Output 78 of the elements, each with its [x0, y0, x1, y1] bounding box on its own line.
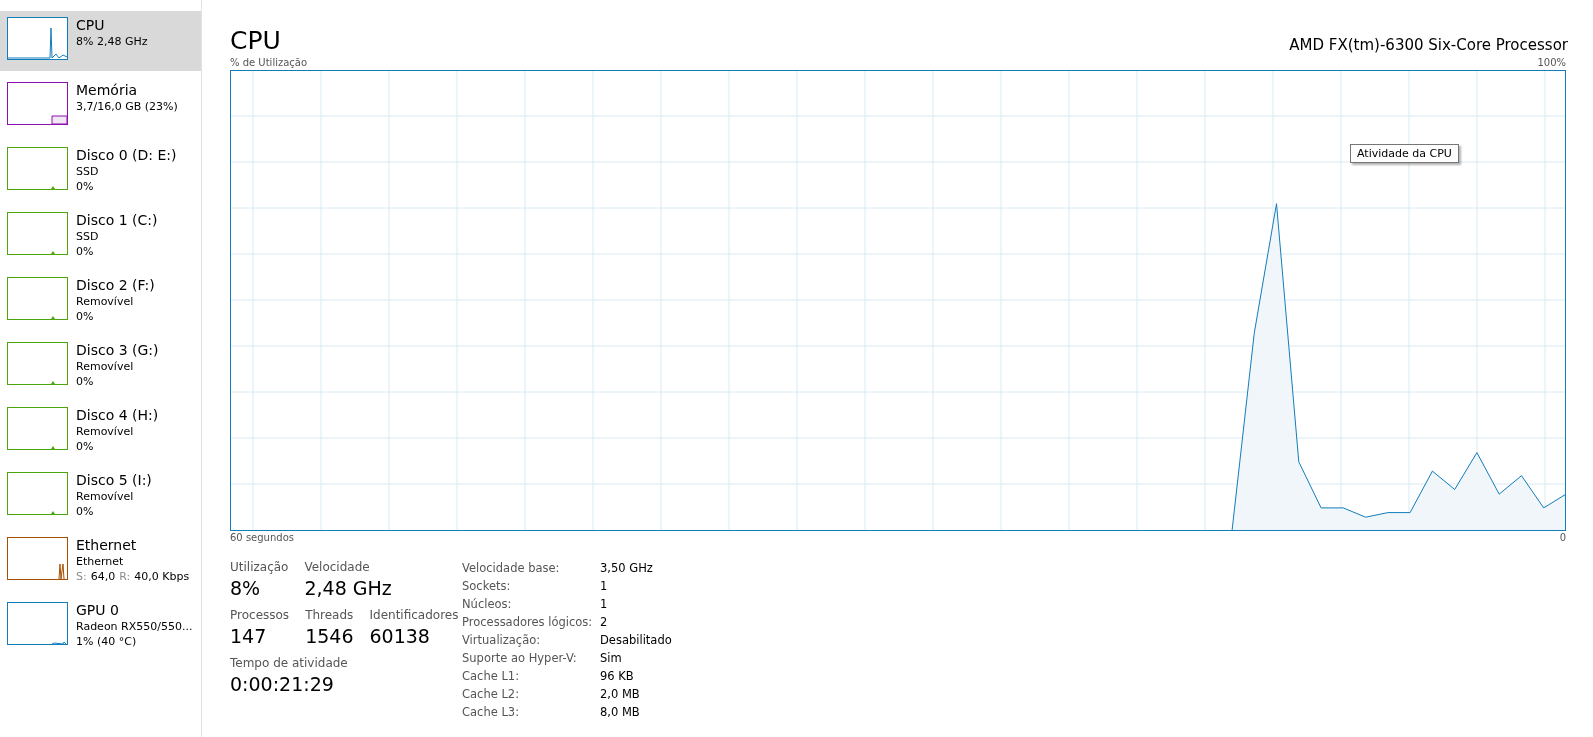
item-title: CPU [76, 17, 106, 34]
detail-label: Suporte ao Hyper-V: [462, 650, 578, 667]
page-title: CPU [230, 26, 281, 56]
sidebar-item[interactable]: Ethernet Ethernet S: 64,0 R: 40,0 Kbps [0, 531, 201, 591]
detail-label: Processadores lógicos: [462, 614, 594, 631]
detail-value: 1 [600, 578, 609, 595]
item-detail: 0% [76, 439, 95, 454]
item-detail: Removível [76, 359, 135, 374]
processor-name: AMD FX(tm)-6300 Six-Core Processor [1289, 35, 1568, 56]
detail-value: Sim [600, 650, 623, 667]
detail-value: 1 [600, 596, 609, 613]
stat-value: 1546 [305, 624, 354, 649]
item-title: Disco 1 (C:) [76, 212, 158, 229]
sidebar-item[interactable]: Disco 1 (C:) SSD 0% [0, 206, 201, 266]
tooltip: Atividade da CPU [1350, 144, 1459, 163]
stat-value: 8% [230, 576, 262, 601]
y-axis-label: % de Utilização [230, 56, 308, 70]
sidebar-item[interactable]: GPU 0 Radeon RX550/550... 1% (40 °C) [0, 596, 201, 656]
item-title: Disco 3 (G:) [76, 342, 159, 359]
stat-label: Velocidade [304, 559, 371, 575]
stat-label: Tempo de atividade [230, 655, 348, 671]
throughput-value: 64,0 [90, 569, 116, 584]
detail-value: 2,0 MB [600, 686, 641, 703]
detail-value: 2 [600, 614, 609, 631]
stat-value: 60138 [369, 624, 431, 649]
item-detail: 1% (40 °C) [76, 634, 138, 649]
sidebar-item[interactable]: Disco 3 (G:) Removível 0% [0, 336, 201, 396]
detail-value: 8,0 MB [600, 704, 641, 721]
throughput-label: R: [119, 569, 131, 584]
throughput-label: S: [76, 569, 87, 584]
stat-label: Utilização [230, 559, 289, 575]
sidebar-item[interactable]: Disco 5 (I:) Removível 0% [0, 466, 201, 526]
detail-label: Cache L1: [462, 668, 521, 685]
detail-label: Sockets: [462, 578, 512, 595]
sidebar-item[interactable]: Memória 3,7/16,0 GB (23%) [0, 76, 201, 136]
item-title: Disco 4 (H:) [76, 407, 159, 424]
item-title: Disco 0 (D: E:) [76, 147, 177, 164]
detail-value: 96 KB [600, 668, 635, 685]
item-detail: Removível [76, 424, 135, 439]
item-title: Ethernet [76, 537, 138, 554]
sidebar-item[interactable]: Disco 2 (F:) Removível 0% [0, 271, 201, 331]
sidebar-item[interactable]: Disco 4 (H:) Removível 0% [0, 401, 201, 461]
item-detail: SSD [76, 229, 100, 244]
detail-label: Cache L2: [462, 686, 521, 703]
item-title: GPU 0 [76, 602, 120, 619]
stat-label: Threads [305, 607, 354, 623]
scale-max-label: 100% [1537, 56, 1566, 70]
detail-label: Cache L3: [462, 704, 521, 721]
item-detail: 0% [76, 374, 95, 389]
item-detail: 0% [76, 309, 95, 324]
detail-label: Núcleos: [462, 596, 513, 613]
detail-label: Velocidade base: [462, 560, 561, 577]
stat-value: 147 [230, 624, 268, 649]
stat-label: Processos [230, 607, 290, 623]
throughput-value: 40,0 Kbps [134, 569, 190, 584]
detail-label: Virtualização: [462, 632, 542, 649]
scale-min-label: 0 [1559, 531, 1566, 545]
item-detail: Ethernet [76, 554, 125, 569]
time-span-label: 60 segundos [230, 531, 294, 545]
detail-value: Desabilitado [600, 632, 672, 649]
item-title: Memória [76, 82, 139, 99]
item-detail: 8% 2,48 GHz [76, 34, 148, 49]
stat-value: 2,48 GHz [304, 576, 392, 601]
stat-label: Identificadores [369, 607, 459, 623]
item-title: Disco 2 (F:) [76, 277, 155, 294]
item-detail: 0% [76, 504, 95, 519]
item-detail: Removível [76, 294, 135, 309]
sidebar-item[interactable]: Disco 0 (D: E:) SSD 0% [0, 141, 201, 201]
item-title: Disco 5 (I:) [76, 472, 152, 489]
detail-value: 3,50 GHz [600, 560, 654, 577]
item-detail: 0% [76, 244, 95, 259]
item-detail: SSD [76, 164, 100, 179]
item-detail: Radeon RX550/550... [76, 619, 193, 634]
item-detail: 3,7/16,0 GB (23%) [76, 99, 178, 114]
item-detail: Removível [76, 489, 135, 504]
sidebar-item[interactable]: CPU 8% 2,48 GHz [0, 11, 201, 71]
item-detail: 0% [76, 179, 95, 194]
stat-value: 0:00:21:29 [230, 672, 335, 697]
